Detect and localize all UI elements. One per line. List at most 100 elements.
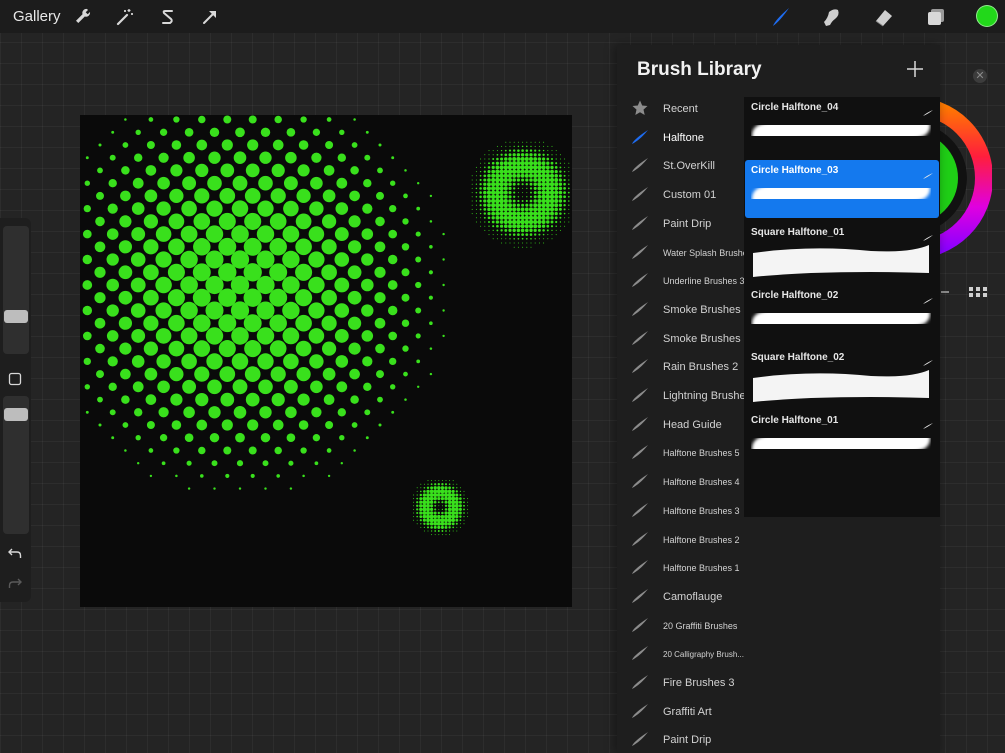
halftone-dot <box>508 199 512 203</box>
halftone-dot <box>554 190 559 195</box>
opacity-slider[interactable] <box>3 396 29 534</box>
halftone-dot <box>451 489 455 493</box>
brush-item[interactable]: Square Halftone_01 <box>745 222 939 280</box>
halftone-dot <box>554 207 559 212</box>
halftone-dot <box>545 181 551 187</box>
transform-arrow-icon[interactable] <box>199 6 221 28</box>
brush-icon[interactable] <box>770 6 792 28</box>
halftone-dot <box>156 201 171 216</box>
brush-set-item[interactable]: Smoke Brushes 4 <box>617 325 745 353</box>
brush-set-item[interactable]: Halftone Brushes 3 <box>617 497 745 525</box>
gallery-button[interactable]: Gallery <box>13 8 61 25</box>
brush-item[interactable]: Circle Halftone_04 <box>745 97 939 155</box>
brush-set-item[interactable]: 20 Calligraphy Brush... <box>617 640 745 668</box>
halftone-dot <box>487 170 491 174</box>
layers-icon[interactable] <box>925 6 947 28</box>
brush-set-item[interactable]: Head Guide <box>617 411 745 439</box>
smudge-icon[interactable] <box>820 6 842 28</box>
magic-wand-icon[interactable] <box>114 6 136 28</box>
grid-palette-icon[interactable] <box>969 287 987 301</box>
brush-set-item[interactable]: Halftone Brushes 4 <box>617 468 745 496</box>
active-color-swatch[interactable] <box>976 5 998 27</box>
close-icon[interactable]: ✕ <box>973 69 987 83</box>
brush-set-item[interactable]: Water Splash Brushes <box>617 239 745 267</box>
halftone-dot <box>348 215 361 228</box>
brush-set-item[interactable]: Paint Drip <box>617 726 745 753</box>
brush-size-thumb[interactable] <box>4 310 28 323</box>
halftone-dot <box>563 170 566 173</box>
halftone-dot <box>311 152 322 163</box>
halftone-dot <box>441 480 443 482</box>
halftone-dot <box>447 511 452 515</box>
plus-icon[interactable] <box>905 59 925 79</box>
halftone-dot <box>538 233 541 236</box>
brush-set-item[interactable]: Fire Brushes 3 <box>617 669 745 697</box>
color-wheel[interactable] <box>938 100 992 260</box>
undo-icon[interactable] <box>8 546 22 560</box>
halftone-dot <box>475 191 478 194</box>
brush-item[interactable]: Circle Halftone_03 <box>745 159 939 218</box>
halftone-dot <box>555 150 557 152</box>
halftone-dot <box>438 505 440 507</box>
halftone-dot <box>448 526 451 529</box>
halftone-dot <box>168 340 185 357</box>
halftone-dot <box>262 460 269 467</box>
brush-set-item[interactable]: Graffiti Art <box>617 698 745 726</box>
halftone-dot <box>205 250 224 269</box>
wrench-icon[interactable] <box>72 6 94 28</box>
halftone-dot <box>528 173 534 178</box>
opacity-thumb[interactable] <box>4 408 28 421</box>
brush-set-item[interactable]: Recent <box>617 95 745 123</box>
halftone-dot <box>559 225 561 227</box>
square-modify-icon[interactable] <box>8 372 22 386</box>
drawing-canvas[interactable] <box>80 115 572 607</box>
halftone-dot <box>213 487 216 490</box>
brush-item[interactable]: Circle Halftone_02 <box>745 285 939 343</box>
halftone-dot <box>533 195 537 199</box>
halftone-dot <box>455 496 459 501</box>
halftone-dot <box>347 265 362 280</box>
halftone-dot <box>106 304 119 317</box>
halftone-dot <box>495 190 500 195</box>
brush-set-item[interactable]: 20 Graffiti Brushes <box>617 612 745 640</box>
halftone-dot <box>452 530 454 532</box>
brush-set-item[interactable]: Halftone Brushes 1 <box>617 554 745 582</box>
brush-set-item[interactable]: Halftone Brushes 2 <box>617 526 745 554</box>
halftone-dot <box>272 139 284 151</box>
halftone-dot <box>554 203 559 208</box>
brush-item[interactable]: Circle Halftone_01 <box>745 410 939 468</box>
brush-set-item[interactable]: Paint Drip <box>617 210 745 238</box>
halftone-dot <box>507 173 513 178</box>
brush-set-item[interactable]: Custom 01 <box>617 181 745 209</box>
halftone-dot <box>505 145 507 147</box>
halftone-dot <box>559 154 561 156</box>
brush-set-item[interactable]: Smoke Brushes 12 <box>617 296 745 324</box>
brush-stroke-icon <box>923 353 933 366</box>
brush-stroke-preview <box>751 115 931 154</box>
brush-size-slider[interactable] <box>3 226 29 354</box>
brush-set-item[interactable]: Camoflauge <box>617 583 745 611</box>
halftone-dot <box>545 215 550 220</box>
halftone-dot <box>445 480 447 482</box>
brush-set-item[interactable]: Underline Brushes 3 <box>617 267 745 295</box>
selection-s-icon[interactable] <box>157 6 179 28</box>
halftone-dot <box>419 519 422 522</box>
brush-set-item[interactable]: Halftone <box>617 124 745 152</box>
halftone-dot <box>459 526 461 528</box>
brush-set-item[interactable]: Halftone Brushes 5 <box>617 439 745 467</box>
brush-set-label: Halftone Brushes 4 <box>663 477 740 488</box>
halftone-dot <box>168 238 185 256</box>
halftone-dot <box>492 150 494 152</box>
brush-set-item[interactable]: Rain Brushes 2 <box>617 353 745 381</box>
redo-icon[interactable] <box>8 576 22 590</box>
halftone-dot <box>455 514 459 519</box>
brush-set-item[interactable]: Lightning Brushes <box>617 382 745 410</box>
brush-set-item[interactable]: St.OverKill <box>617 152 745 180</box>
halftone-dot <box>416 359 421 364</box>
halftone-dot <box>530 145 532 148</box>
halftone-dot <box>521 233 524 236</box>
halftone-dot <box>516 203 520 207</box>
halftone-dot <box>437 511 440 515</box>
eraser-icon[interactable] <box>873 6 895 28</box>
brush-item[interactable]: Square Halftone_02 <box>745 347 939 405</box>
